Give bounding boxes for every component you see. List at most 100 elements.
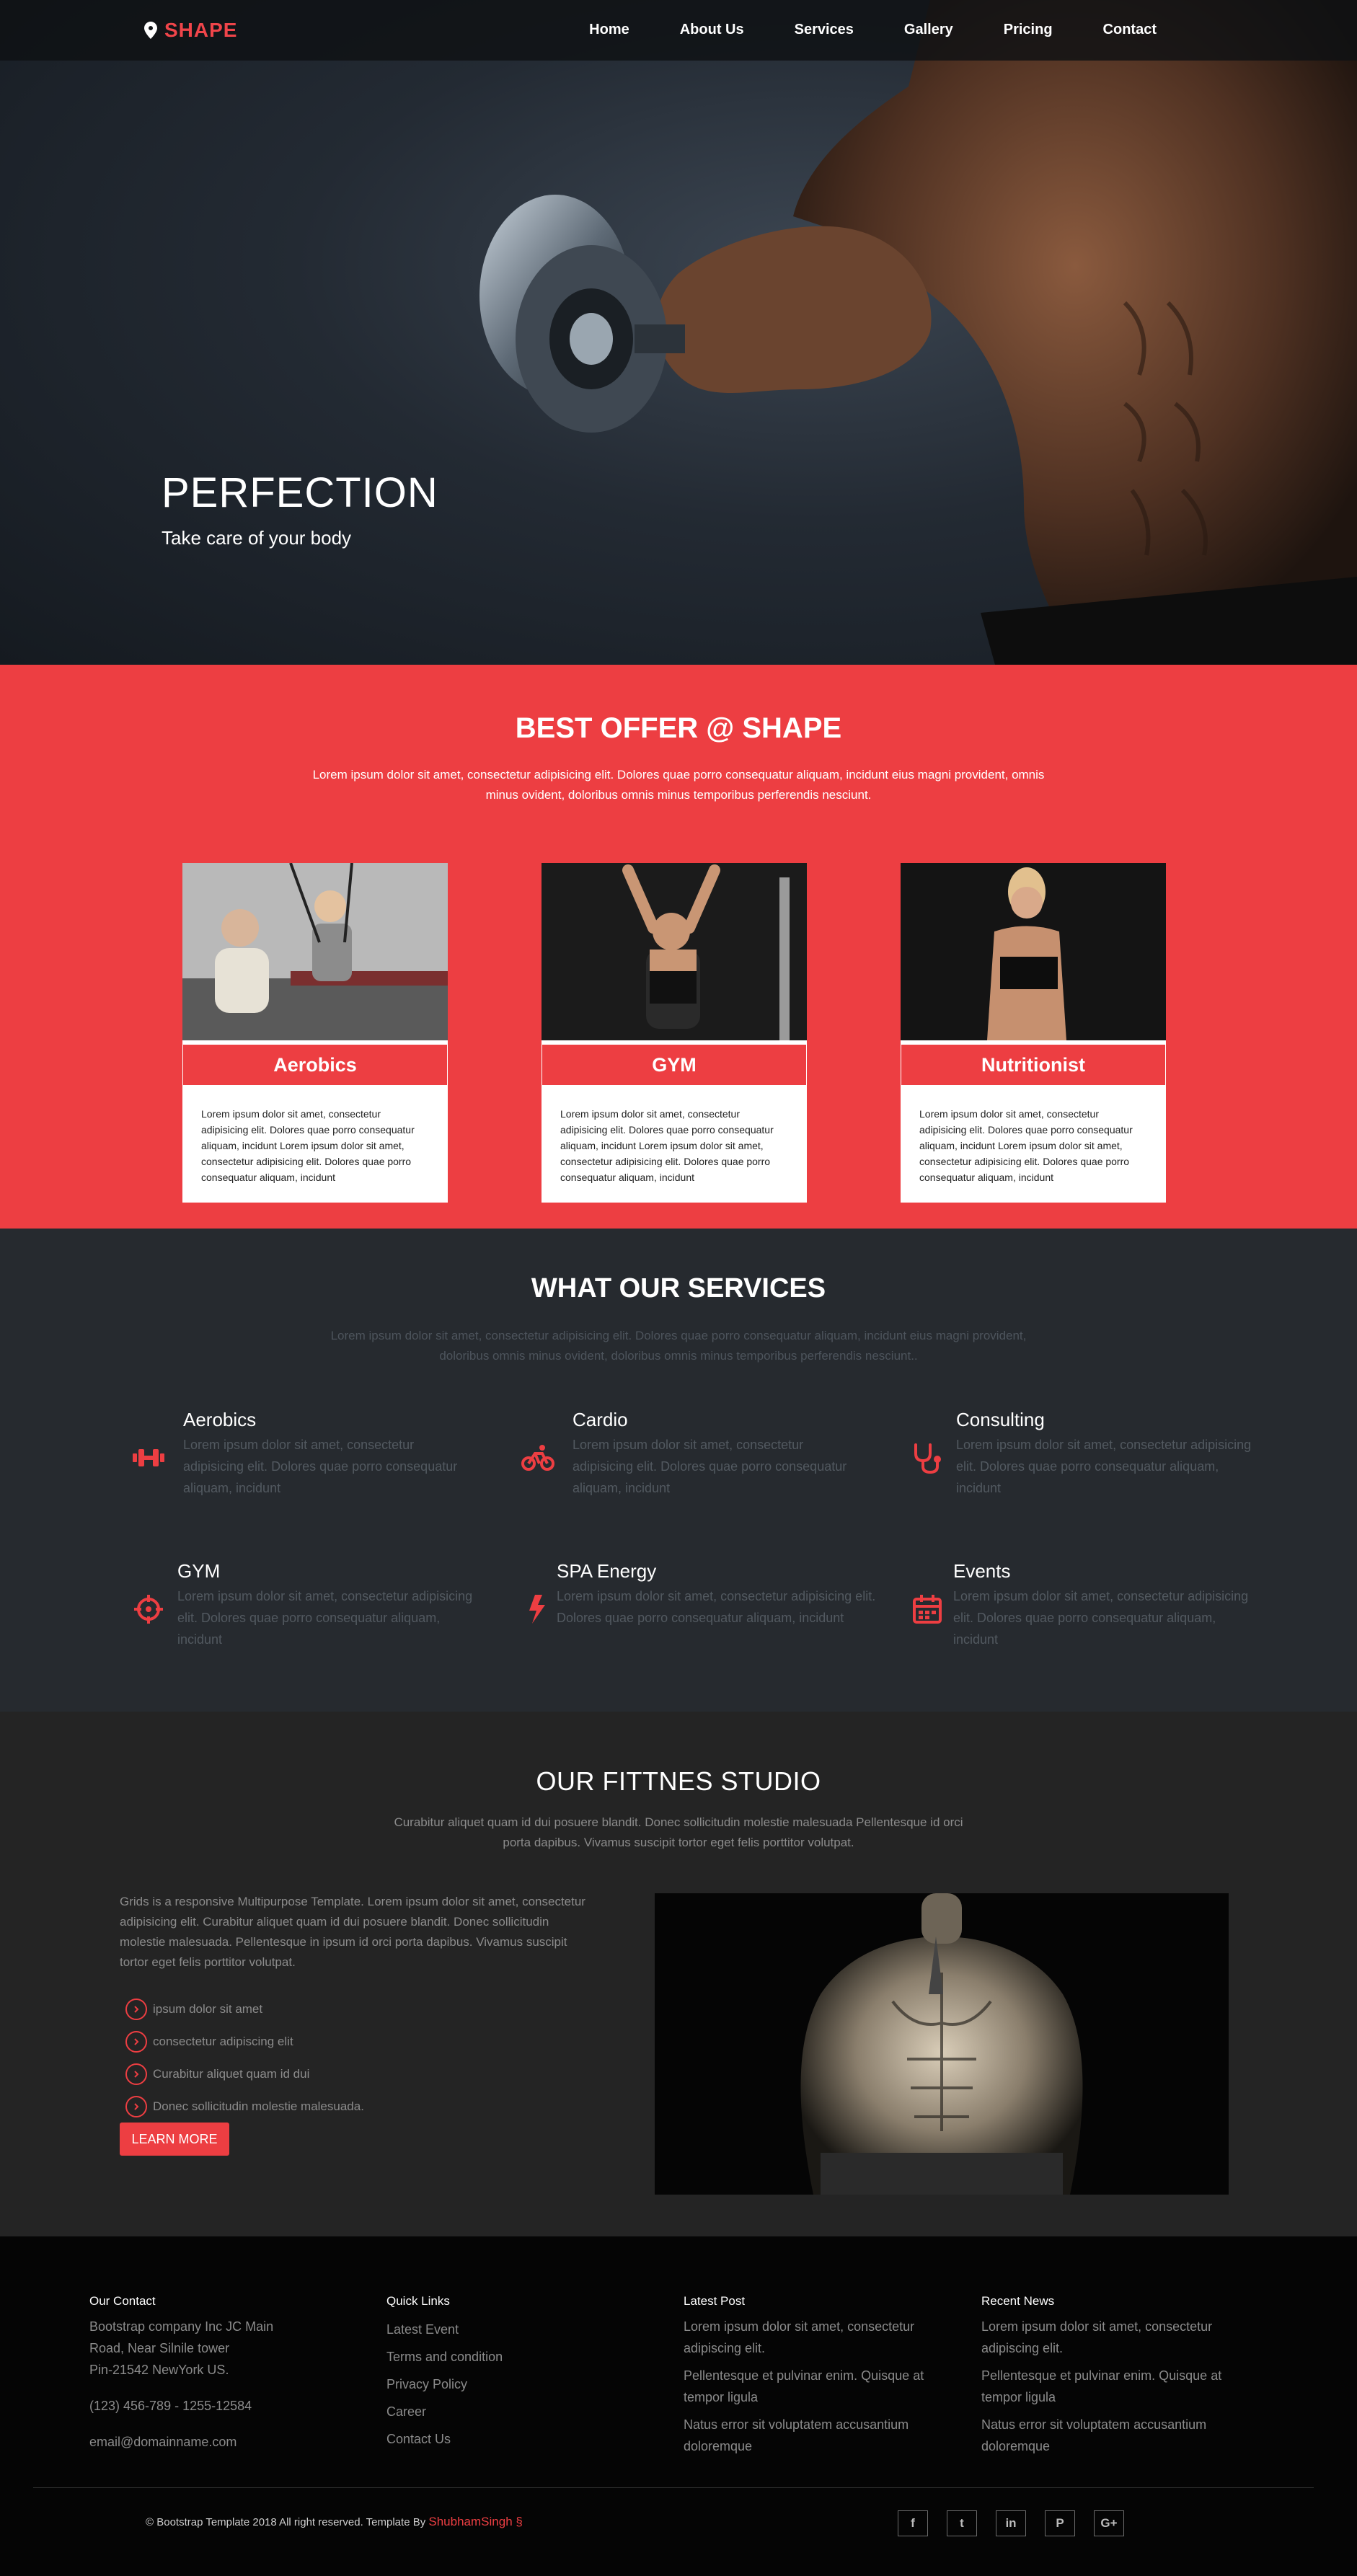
- calendar-icon: [913, 1595, 942, 1624]
- service-text: Lorem ipsum dolor sit amet, consectetur …: [573, 1438, 847, 1495]
- studio-feature-list: ipsum dolor sit amet consectetur adipisc…: [125, 1993, 364, 2123]
- list-item: ipsum dolor sit amet: [125, 1993, 364, 2025]
- studio-body: Grids is a responsive Multipurpose Templ…: [120, 1895, 585, 1969]
- services-lead: Lorem ipsum dolor sit amet, consectetur …: [330, 1329, 1027, 1363]
- service-item-consulting[interactable]: Consulting Lorem ipsum dolor sit amet, c…: [910, 1409, 1256, 1499]
- post-link[interactable]: Natus error sit voluptatem accusantium d…: [684, 2414, 950, 2457]
- list-item: Curabitur aliquet quam id dui: [125, 2058, 364, 2090]
- offer-lead: Lorem ipsum dolor sit amet, consectetur …: [312, 768, 1045, 802]
- stethoscope-icon: [914, 1443, 941, 1474]
- services-section: WHAT OUR SERVICES Lorem ipsum dolor sit …: [0, 1229, 1357, 1712]
- service-item-events[interactable]: Events Lorem ipsum dolor sit amet, conse…: [910, 1560, 1256, 1650]
- nav-link-services[interactable]: Services: [795, 22, 854, 38]
- pinterest-icon[interactable]: P: [1045, 2510, 1075, 2536]
- list-item-text: ipsum dolor sit amet: [153, 2001, 263, 2016]
- footer-link-latest-event[interactable]: Latest Event: [386, 2316, 653, 2343]
- service-title: Events: [953, 1560, 1011, 1582]
- service-item-aerobics[interactable]: Aerobics Lorem ipsum dolor sit amet, con…: [131, 1409, 477, 1499]
- list-item-text: Curabitur aliquet quam id dui: [153, 2066, 310, 2081]
- card-text: Lorem ipsum dolor sit amet, consectetur …: [919, 1108, 1133, 1183]
- chevron-right-icon: [125, 2095, 147, 2117]
- address-line: Road, Near Silnile tower: [89, 2341, 230, 2355]
- top-navbar: SHAPE Home About Us Services Gallery Pri…: [0, 0, 1357, 61]
- hero-caption: PERFECTION Take care of your body: [162, 469, 438, 549]
- service-title: GYM: [177, 1560, 221, 1582]
- brand-name: SHAPE: [164, 19, 238, 41]
- chevron-right-icon: [125, 2063, 147, 2085]
- news-link[interactable]: Lorem ipsum dolor sit amet, consectetur …: [981, 2316, 1248, 2359]
- footer-divider: [33, 2487, 1314, 2488]
- copyright-label: © Bootstrap Template 2018 All right rese…: [146, 2516, 426, 2528]
- learn-more-button[interactable]: LEARN MORE: [120, 2123, 229, 2156]
- service-text: Lorem ipsum dolor sit amet, consectetur …: [183, 1438, 458, 1495]
- list-item-text: consectetur adipiscing elit: [153, 2034, 293, 2048]
- card-title: Nutritionist: [901, 1044, 1166, 1086]
- footer-quick-links: Quick Links Latest Event Terms and condi…: [386, 2294, 653, 2453]
- crosshair-icon: [134, 1595, 163, 1624]
- service-text: Lorem ipsum dolor sit amet, consectetur …: [956, 1438, 1252, 1495]
- nav-link-pricing[interactable]: Pricing: [1004, 22, 1053, 38]
- hero-subtitle: Take care of your body: [162, 527, 352, 549]
- aerobics-photo: [182, 862, 448, 1040]
- post-link[interactable]: Lorem ipsum dolor sit amet, consectetur …: [684, 2316, 950, 2359]
- gym-photo: [542, 863, 807, 1040]
- footer-link-privacy[interactable]: Privacy Policy: [386, 2371, 653, 2398]
- hero-banner: PERFECTION Take care of your body: [0, 0, 1357, 665]
- footer-heading: Latest Post: [684, 2294, 746, 2308]
- author-link[interactable]: ShubhamSingh §: [428, 2515, 522, 2528]
- site-footer: Our Contact Bootstrap company Inc JC Mai…: [0, 2236, 1357, 2576]
- facebook-icon[interactable]: f: [898, 2510, 928, 2536]
- footer-recent-news: Recent News Lorem ipsum dolor sit amet, …: [981, 2294, 1248, 2463]
- offer-card-aerobics[interactable]: Aerobics Lorem ipsum dolor sit amet, con…: [182, 862, 448, 1203]
- list-item: Donec sollicitudin molestie malesuada.: [125, 2090, 364, 2123]
- footer-latest-post: Latest Post Lorem ipsum dolor sit amet, …: [684, 2294, 950, 2463]
- linkedin-icon[interactable]: in: [996, 2510, 1026, 2536]
- bolt-icon: [529, 1595, 545, 1624]
- nutritionist-photo: [901, 863, 1166, 1040]
- nav-link-home[interactable]: Home: [589, 22, 629, 38]
- nav-link-gallery[interactable]: Gallery: [904, 22, 953, 38]
- nav-link-about[interactable]: About Us: [680, 22, 744, 38]
- address-line: Pin-21542 NewYork US.: [89, 2363, 229, 2377]
- list-item-text: Donec sollicitudin molestie malesuada.: [153, 2099, 364, 2113]
- news-link[interactable]: Natus error sit voluptatem accusantium d…: [981, 2414, 1248, 2457]
- nav-link-contact[interactable]: Contact: [1103, 22, 1157, 38]
- hero-title: PERFECTION: [162, 469, 438, 516]
- main-menu: Home About Us Services Gallery Pricing C…: [539, 22, 1157, 38]
- footer-heading: Recent News: [981, 2294, 1055, 2308]
- footer-contact: Our Contact Bootstrap company Inc JC Mai…: [89, 2294, 356, 2453]
- social-links: f t in P G+: [898, 2510, 1124, 2536]
- offer-card-nutritionist[interactable]: Nutritionist Lorem ipsum dolor sit amet,…: [901, 863, 1166, 1203]
- phone-number: (123) 456-789 - 1255-12584: [89, 2399, 252, 2413]
- footer-link-terms[interactable]: Terms and condition: [386, 2343, 653, 2371]
- email-address[interactable]: email@domainname.com: [89, 2431, 356, 2453]
- brand-logo[interactable]: SHAPE: [144, 19, 237, 42]
- service-text: Lorem ipsum dolor sit amet, consectetur …: [557, 1589, 876, 1625]
- service-title: Cardio: [573, 1409, 628, 1430]
- footer-link-career[interactable]: Career: [386, 2398, 653, 2425]
- footer-heading: Quick Links: [386, 2294, 450, 2308]
- card-text: Lorem ipsum dolor sit amet, consectetur …: [201, 1108, 415, 1183]
- service-title: Consulting: [956, 1409, 1045, 1430]
- service-text: Lorem ipsum dolor sit amet, consectetur …: [177, 1589, 473, 1647]
- google-plus-icon[interactable]: G+: [1094, 2510, 1124, 2536]
- footer-link-contact[interactable]: Contact Us: [386, 2425, 653, 2453]
- studio-lead: Curabitur aliquet quam id dui posuere bl…: [394, 1815, 963, 1849]
- service-title: SPA Energy: [557, 1560, 657, 1582]
- offer-card-gym[interactable]: GYM Lorem ipsum dolor sit amet, consecte…: [542, 863, 807, 1203]
- post-link[interactable]: Pellentesque et pulvinar enim. Quisque a…: [684, 2365, 950, 2408]
- service-title: Aerobics: [183, 1409, 257, 1430]
- news-link[interactable]: Pellentesque et pulvinar enim. Quisque a…: [981, 2365, 1248, 2408]
- hero-bodybuilder-image: [479, 0, 1357, 665]
- studio-title: OUR FITTNES STUDIO: [536, 1766, 821, 1796]
- address-line: Bootstrap company Inc JC Main: [89, 2319, 274, 2334]
- bodybuilder-image: [655, 1893, 1229, 2195]
- copyright-text: © Bootstrap Template 2018 All right rese…: [146, 2515, 523, 2529]
- bicycle-icon: [521, 1445, 554, 1471]
- service-text: Lorem ipsum dolor sit amet, consectetur …: [953, 1589, 1249, 1647]
- service-item-cardio[interactable]: Cardio Lorem ipsum dolor sit amet, conse…: [521, 1409, 867, 1499]
- list-item: consectetur adipiscing elit: [125, 2025, 364, 2058]
- twitter-icon[interactable]: t: [947, 2510, 977, 2536]
- service-item-gym[interactable]: GYM Lorem ipsum dolor sit amet, consecte…: [131, 1560, 477, 1650]
- service-item-spa-energy[interactable]: SPA Energy Lorem ipsum dolor sit amet, c…: [521, 1560, 881, 1629]
